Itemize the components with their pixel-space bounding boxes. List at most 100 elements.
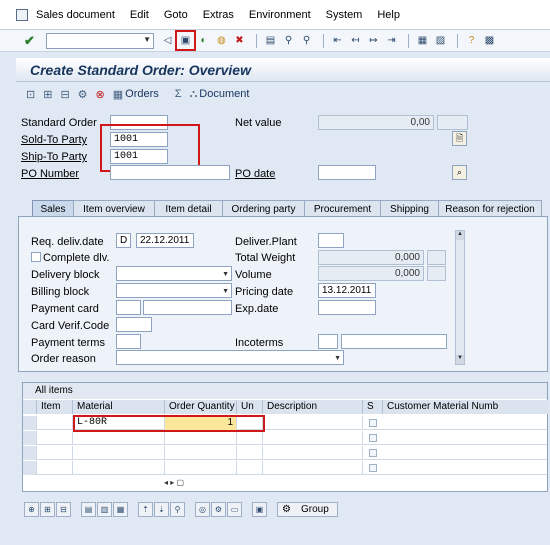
exit-icon[interactable]: ◍ [214, 33, 229, 48]
req-deliv-date-type-field[interactable]: D [116, 233, 131, 248]
row-selector[interactable] [23, 416, 37, 430]
column-order-quantity[interactable]: Order Quantity [165, 400, 237, 414]
select-all-icon[interactable]: ▤ [81, 501, 96, 517]
column-material[interactable]: Material [73, 400, 165, 414]
item-cell[interactable] [37, 461, 73, 475]
deselect-all-icon[interactable]: ▦ [113, 501, 128, 517]
conditions-icon[interactable]: ⚙ [76, 86, 92, 102]
schedule-lines-icon[interactable]: ▭ [227, 501, 242, 517]
column-item[interactable]: Item [37, 400, 73, 414]
chevron-down-icon[interactable]: ▼ [143, 35, 151, 44]
complete-dlv-checkbox[interactable] [31, 252, 41, 262]
column-customer-material[interactable]: Customer Material Numb [383, 400, 549, 414]
tab-sales[interactable]: Sales [32, 200, 74, 217]
insert-row-icon[interactable]: ⊞ [40, 501, 55, 517]
delete-row-icon[interactable]: ⊟ [56, 501, 71, 517]
material-cell[interactable] [73, 446, 165, 460]
description-cell[interactable] [263, 446, 363, 460]
display-item-icon[interactable]: ⊞ [41, 86, 56, 102]
first-page-icon[interactable]: ⇤ [330, 33, 345, 48]
document-icon[interactable]: 🗎 [452, 131, 467, 146]
help-icon[interactable]: ? [464, 33, 479, 48]
block-icon[interactable]: ⊗ [94, 86, 109, 102]
menu-help[interactable]: Help [377, 9, 400, 21]
payment-card-number-field[interactable] [143, 300, 232, 315]
column-description[interactable]: Description [263, 400, 363, 414]
pricing-icon[interactable]: ◎ [195, 501, 210, 517]
status-checkbox[interactable] [369, 419, 377, 427]
material-cell[interactable] [73, 461, 165, 475]
cancel-icon[interactable]: ✖ [232, 33, 247, 48]
menu-extras[interactable]: Extras [203, 9, 234, 21]
other-sales-data-icon[interactable]: ⌕ [452, 165, 467, 180]
tab-ordering-party[interactable]: Ordering party [222, 200, 305, 217]
pricing-date-field[interactable]: 13.12.2011 [318, 283, 376, 298]
incoterms-part2-field[interactable] [341, 334, 447, 349]
display-header-details-icon[interactable]: ⊟ [58, 86, 73, 102]
billing-block-dropdown[interactable] [116, 283, 232, 298]
menu-system-icon[interactable] [16, 8, 28, 21]
sort-ascending-icon[interactable]: ⇡ [138, 501, 153, 517]
menu-system[interactable]: System [326, 9, 363, 21]
sales-tab-scrollbar[interactable]: ▲ ▼ [455, 230, 465, 365]
layout-icon[interactable]: ▩ [482, 33, 497, 48]
table-horizontal-scroll[interactable]: ◂ ▸ ▢ [164, 478, 204, 489]
find-next-icon[interactable]: ⚲ [299, 33, 314, 48]
menu-environment[interactable]: Environment [249, 9, 311, 21]
card-verif-code-field[interactable] [116, 317, 152, 332]
display-doc-header-icon[interactable]: ⊡ [24, 86, 39, 102]
menu-goto[interactable]: Goto [164, 9, 188, 21]
item-cell[interactable] [37, 416, 73, 430]
history-back-icon[interactable]: ◁ [160, 33, 175, 48]
last-page-icon[interactable]: ⇥ [384, 33, 399, 48]
order-reason-dropdown[interactable] [116, 350, 344, 365]
group-button[interactable]: ⚙ Group [277, 501, 338, 517]
delivery-block-dropdown[interactable] [116, 266, 232, 281]
row-selector[interactable] [23, 431, 37, 445]
po-date-field[interactable] [318, 165, 376, 180]
sort-descending-icon[interactable]: ⇣ [154, 501, 169, 517]
save-icon[interactable]: ▣ [175, 30, 196, 51]
table-row[interactable] [23, 461, 547, 475]
description-cell[interactable] [263, 461, 363, 475]
po-number-field[interactable] [110, 165, 230, 180]
find-items-icon[interactable]: ⚲ [170, 501, 185, 517]
print-icon[interactable]: ▤ [263, 33, 278, 48]
order-quantity-cell[interactable] [165, 431, 237, 445]
menu-sales-document[interactable]: Sales document [36, 9, 115, 21]
table-row[interactable] [23, 446, 547, 460]
scroll-down-icon[interactable]: ▼ [456, 355, 464, 364]
order-quantity-cell[interactable] [165, 461, 237, 475]
description-cell[interactable] [263, 431, 363, 445]
row-selector[interactable] [23, 446, 37, 460]
payment-terms-field[interactable] [116, 334, 141, 349]
unit-cell[interactable] [237, 446, 263, 460]
material-cell[interactable] [73, 431, 165, 445]
deliver-plant-field[interactable] [318, 233, 344, 248]
tab-shipping[interactable]: Shipping [380, 200, 439, 217]
shortcut-icon[interactable]: ▨ [433, 33, 448, 48]
previous-page-icon[interactable]: ↤ [348, 33, 363, 48]
unit-cell[interactable] [237, 461, 263, 475]
item-cell[interactable] [37, 431, 73, 445]
tab-item-overview[interactable]: Item overview [73, 200, 155, 217]
orders-button[interactable]: ▦ Orders [111, 86, 161, 102]
order-quantity-cell[interactable] [165, 446, 237, 460]
select-all-column[interactable] [23, 400, 37, 414]
configuration-icon[interactable]: ⚙ [211, 501, 226, 517]
exp-date-field[interactable] [318, 300, 376, 315]
req-deliv-date-field[interactable]: 22.12.2011 [136, 233, 194, 248]
row-selector[interactable] [23, 461, 37, 475]
tab-reason-for-rejection[interactable]: Reason for rejection [438, 200, 542, 217]
tab-procurement[interactable]: Procurement [304, 200, 381, 217]
item-cell[interactable] [37, 446, 73, 460]
incoterms-field[interactable] [318, 334, 338, 349]
sum-icon[interactable]: Σ [173, 86, 186, 102]
document-button[interactable]: ⛬ Document [188, 86, 252, 102]
details-icon[interactable]: ⊕ [24, 501, 39, 517]
status-checkbox[interactable] [369, 449, 377, 457]
back-icon[interactable]: ◐ [196, 33, 211, 48]
select-block-icon[interactable]: ▥ [97, 501, 112, 517]
enter-check-icon[interactable]: ✔ [22, 33, 37, 48]
scroll-up-icon[interactable]: ▲ [456, 231, 464, 240]
